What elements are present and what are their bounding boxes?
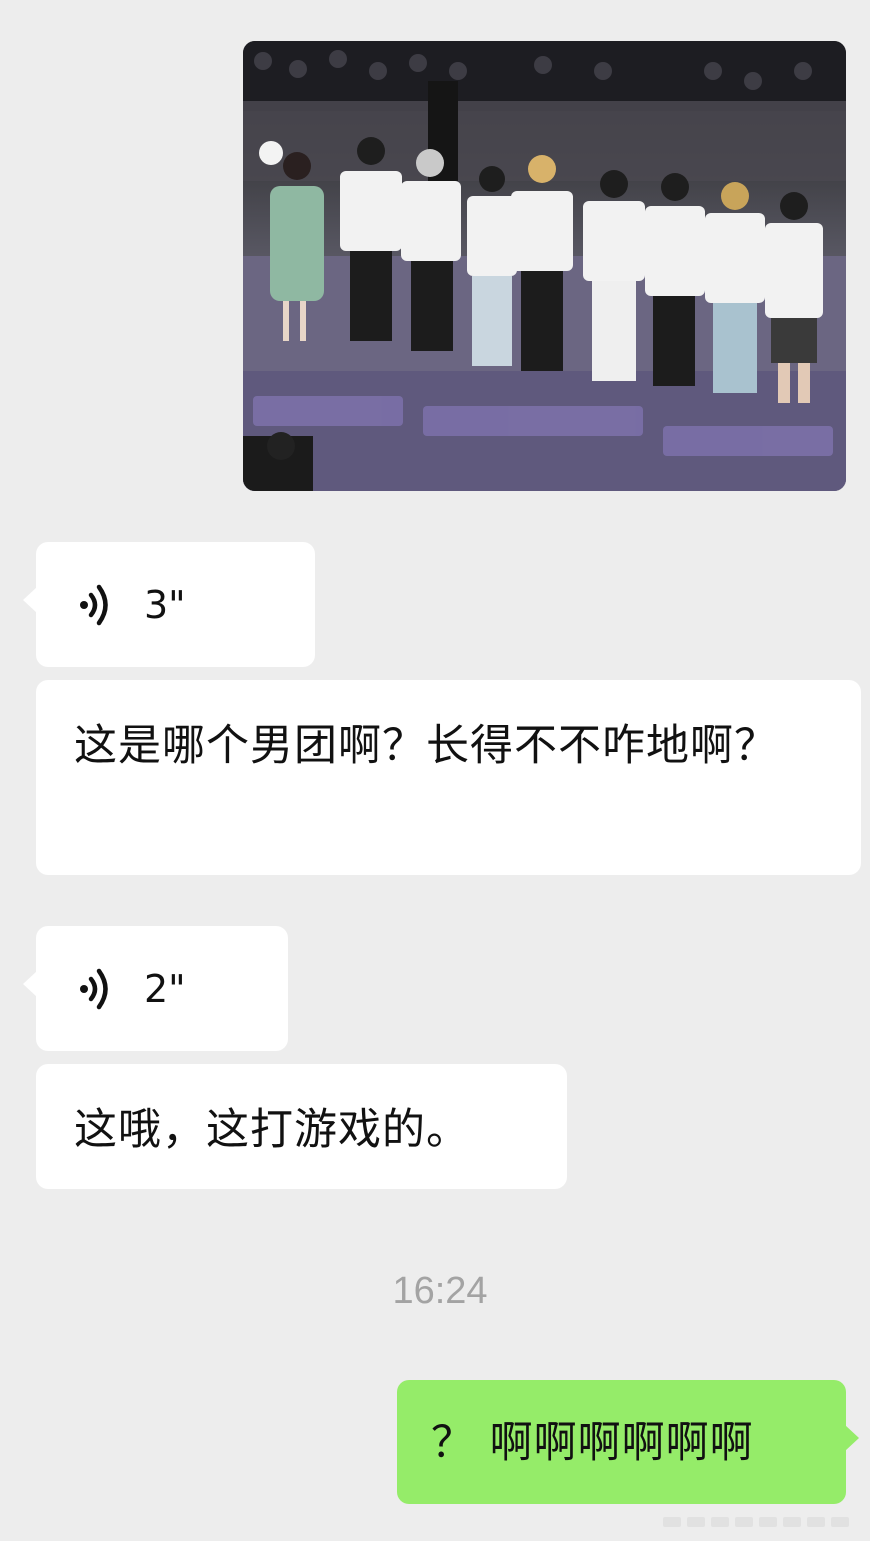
voice-duration: 2": [144, 966, 186, 1011]
voice-wave-icon: [80, 968, 108, 1009]
voice-wave-icon: [80, 584, 108, 625]
message-text: ？ 啊啊啊啊啊啊: [431, 1418, 754, 1468]
chat-timestamp: 16:24: [392, 1270, 488, 1312]
stage-photo-illustration: [243, 41, 846, 491]
voice-transcript-text: 这是哪个男团啊？长得不不咋地啊？: [36, 680, 861, 875]
message-text: 这哦，这打游戏的。: [74, 1105, 470, 1155]
voice-duration: 3": [144, 582, 186, 627]
voice-transcript-text: 这哦，这打游戏的。: [36, 1064, 567, 1189]
shared-photo[interactable]: [243, 41, 846, 491]
voice-message[interactable]: 3": [23, 542, 315, 667]
voice-message[interactable]: 2": [23, 926, 288, 1051]
message-text: 这是哪个男团啊？长得不不咋地啊？: [74, 721, 778, 771]
sent-message[interactable]: ？ 啊啊啊啊啊啊: [397, 1380, 859, 1504]
watermark-logo: [663, 1517, 849, 1527]
